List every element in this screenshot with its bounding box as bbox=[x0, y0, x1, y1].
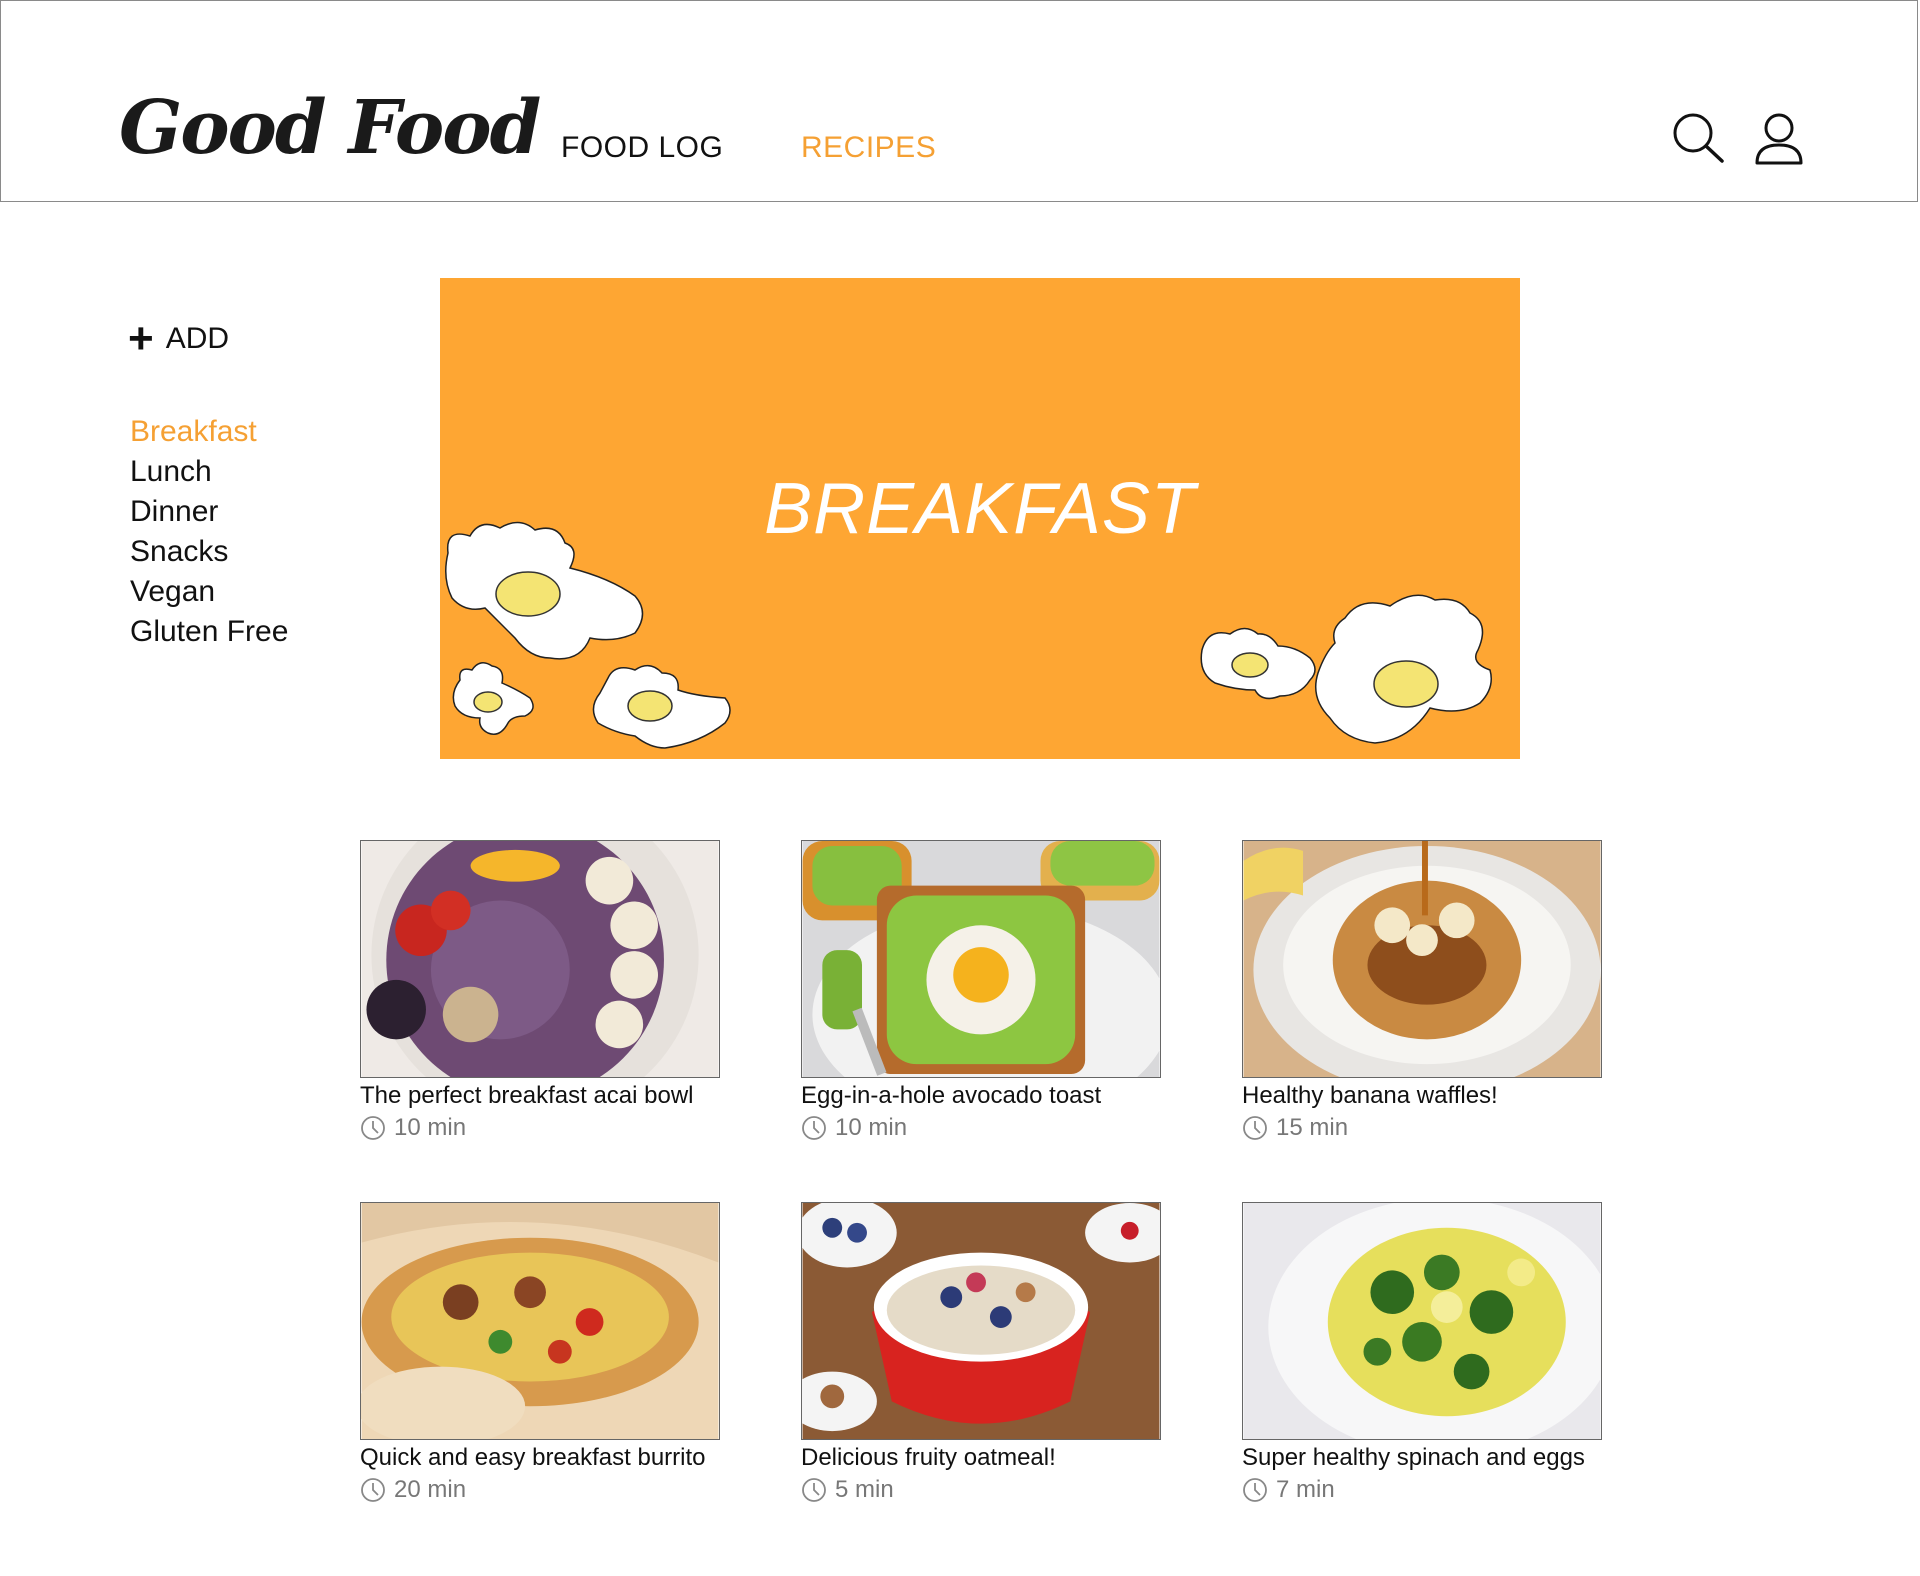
recipe-time: 7 min bbox=[1242, 1476, 1604, 1504]
clock-icon bbox=[802, 1478, 826, 1502]
top-header: Good Food FOOD LOG RECIPES bbox=[0, 0, 1918, 202]
recipe-time: 5 min bbox=[801, 1476, 1163, 1504]
clock-icon bbox=[1243, 1478, 1267, 1502]
recipe-title[interactable]: The perfect breakfast acai bowl bbox=[360, 1082, 722, 1110]
plus-icon: + bbox=[128, 314, 154, 363]
nav-food-log[interactable]: FOOD LOG bbox=[561, 131, 723, 165]
recipe-time-text: 7 min bbox=[1276, 1476, 1335, 1503]
recipe-title[interactable]: Super healthy spinach and eggs bbox=[1242, 1444, 1604, 1472]
category-gluten-free[interactable]: Gluten Free bbox=[130, 612, 288, 652]
category-breakfast[interactable]: Breakfast bbox=[130, 412, 288, 452]
nav-recipes[interactable]: RECIPES bbox=[801, 131, 936, 165]
recipe-time: 15 min bbox=[1242, 1114, 1604, 1142]
add-label: ADD bbox=[165, 322, 230, 355]
clock-icon bbox=[1243, 1116, 1267, 1140]
category-snacks[interactable]: Snacks bbox=[130, 532, 288, 572]
recipe-title[interactable]: Quick and easy breakfast burrito bbox=[360, 1444, 722, 1472]
clock-icon bbox=[361, 1116, 385, 1140]
logo[interactable]: Good Food bbox=[119, 85, 541, 171]
recipe-image-avocado-toast[interactable] bbox=[801, 840, 1161, 1078]
recipe-time: 20 min bbox=[360, 1476, 722, 1504]
recipe-card[interactable]: Quick and easy breakfast burrito 20 min bbox=[360, 1202, 722, 1504]
recipe-title[interactable]: Healthy banana waffles! bbox=[1242, 1082, 1604, 1110]
recipe-image-spinach-eggs[interactable] bbox=[1242, 1202, 1602, 1440]
recipe-time-text: 5 min bbox=[835, 1476, 894, 1503]
recipe-time-text: 20 min bbox=[394, 1476, 467, 1503]
recipe-time-text: 15 min bbox=[1276, 1114, 1349, 1141]
recipe-title[interactable]: Egg-in-a-hole avocado toast bbox=[801, 1082, 1163, 1110]
category-banner: BREAKFAST bbox=[440, 278, 1520, 759]
recipe-time: 10 min bbox=[360, 1114, 722, 1142]
recipe-card[interactable]: The perfect breakfast acai bowl 10 min bbox=[360, 840, 722, 1142]
search-icon[interactable] bbox=[1671, 111, 1727, 167]
recipe-card[interactable]: Super healthy spinach and eggs 7 min bbox=[1242, 1202, 1604, 1504]
banner-title: BREAKFAST bbox=[764, 469, 1196, 549]
recipe-card[interactable]: Healthy banana waffles! 15 min bbox=[1242, 840, 1604, 1142]
clock-icon bbox=[361, 1478, 385, 1502]
category-vegan[interactable]: Vegan bbox=[130, 572, 288, 612]
recipe-image-fruity-oatmeal[interactable] bbox=[801, 1202, 1161, 1440]
recipe-card[interactable]: Delicious fruity oatmeal! 5 min bbox=[801, 1202, 1163, 1504]
category-lunch[interactable]: Lunch bbox=[130, 452, 288, 492]
category-dinner[interactable]: Dinner bbox=[130, 492, 288, 532]
recipe-image-breakfast-burrito[interactable] bbox=[360, 1202, 720, 1440]
clock-icon bbox=[802, 1116, 826, 1140]
recipe-time-text: 10 min bbox=[394, 1114, 467, 1141]
recipe-card[interactable]: Egg-in-a-hole avocado toast 10 min bbox=[801, 840, 1163, 1142]
recipe-time-text: 10 min bbox=[835, 1114, 908, 1141]
add-button[interactable]: + ADD bbox=[128, 314, 230, 363]
recipe-time: 10 min bbox=[801, 1114, 1163, 1142]
category-list: Breakfast Lunch Dinner Snacks Vegan Glut… bbox=[130, 412, 288, 652]
recipe-title[interactable]: Delicious fruity oatmeal! bbox=[801, 1444, 1163, 1472]
recipe-image-banana-waffles[interactable] bbox=[1242, 840, 1602, 1078]
recipe-image-acai-bowl[interactable] bbox=[360, 840, 720, 1078]
user-icon[interactable] bbox=[1751, 111, 1807, 167]
